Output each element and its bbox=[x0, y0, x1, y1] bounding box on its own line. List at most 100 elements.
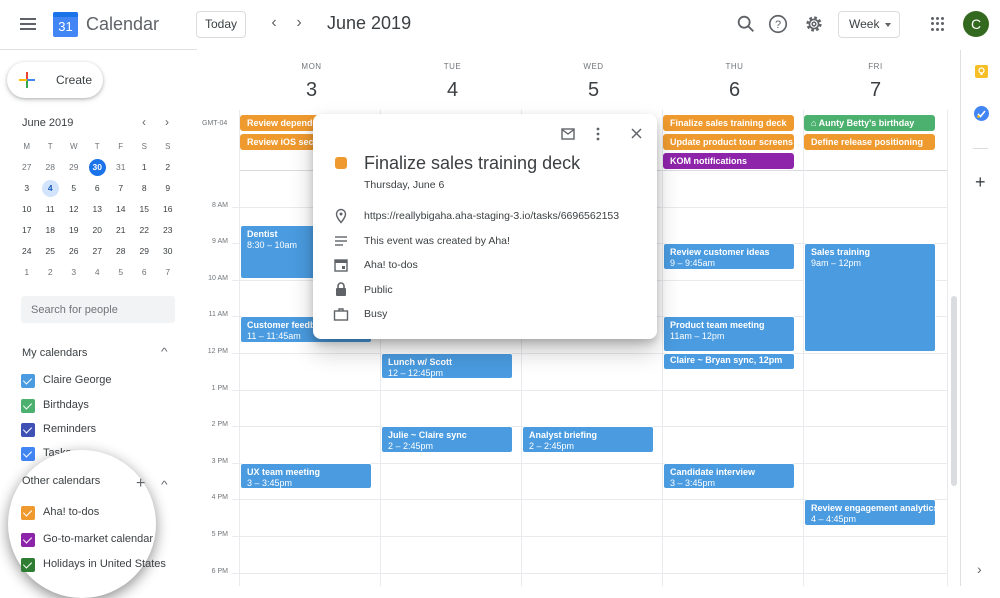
day-number[interactable]: 4 bbox=[382, 79, 523, 102]
mini-day[interactable]: 12 bbox=[62, 199, 86, 220]
mini-day[interactable]: 31 bbox=[109, 157, 133, 178]
mini-day[interactable]: 28 bbox=[109, 241, 133, 262]
calendar-event[interactable]: Analyst briefing 2 – 2:45pm bbox=[522, 426, 654, 453]
mini-day[interactable]: 23 bbox=[156, 220, 180, 241]
mini-day[interactable]: 20 bbox=[86, 220, 110, 241]
day-header[interactable]: FRI 7 bbox=[805, 62, 946, 102]
day-number[interactable]: 6 bbox=[664, 79, 805, 102]
day-header[interactable]: THU 6 bbox=[664, 62, 805, 102]
expand-side-panel-icon[interactable]: › bbox=[977, 561, 982, 577]
mini-day[interactable]: 3 bbox=[62, 262, 86, 283]
mini-day[interactable]: 26 bbox=[62, 241, 86, 262]
calendar-event[interactable]: Claire ~ Bryan sync, 12pm bbox=[663, 353, 795, 371]
mini-day[interactable]: 2 bbox=[39, 262, 63, 283]
mini-day[interactable]: 6 bbox=[133, 262, 157, 283]
mini-day[interactable]: 21 bbox=[109, 220, 133, 241]
create-button[interactable]: Create bbox=[7, 62, 103, 98]
settings-icon[interactable] bbox=[803, 13, 825, 35]
mini-day[interactable]: 30 bbox=[86, 157, 110, 178]
mini-day[interactable]: 6 bbox=[86, 178, 110, 199]
calendar-event[interactable]: UX team meeting 3 – 3:45pm bbox=[240, 462, 372, 490]
mini-day[interactable]: 9 bbox=[156, 178, 180, 199]
keep-icon[interactable] bbox=[975, 65, 988, 78]
calendar-event[interactable]: Lunch w/ Scott 12 – 12:45pm bbox=[381, 353, 513, 380]
mini-day[interactable]: 7 bbox=[156, 262, 180, 283]
calendar-event[interactable]: Review engagement analytics 4 – 4:45pm bbox=[804, 499, 936, 526]
menu-icon[interactable] bbox=[20, 18, 36, 30]
mini-day[interactable]: 2 bbox=[156, 157, 180, 178]
my-calendars-collapse-icon[interactable]: ^ bbox=[161, 347, 168, 358]
mini-day[interactable]: 5 bbox=[62, 178, 86, 199]
mini-day[interactable]: 4 bbox=[39, 178, 63, 199]
view-selector[interactable]: Week bbox=[838, 11, 900, 38]
all-day-event[interactable]: Finalize sales training deck bbox=[663, 115, 794, 131]
day-number[interactable]: 3 bbox=[241, 79, 382, 102]
today-button[interactable]: Today bbox=[196, 11, 246, 38]
more-options-icon[interactable] bbox=[595, 127, 601, 141]
search-icon[interactable] bbox=[735, 13, 757, 35]
day-number[interactable]: 5 bbox=[523, 79, 664, 102]
mini-day[interactable]: 17 bbox=[15, 220, 39, 241]
day-header[interactable]: WED 5 bbox=[523, 62, 664, 102]
checkbox-checked-icon[interactable] bbox=[21, 447, 35, 461]
search-people-input[interactable] bbox=[21, 296, 175, 323]
add-calendar-icon[interactable]: + bbox=[136, 475, 145, 493]
checkbox-checked-icon[interactable] bbox=[21, 374, 35, 388]
mini-day[interactable]: 19 bbox=[62, 220, 86, 241]
mini-day[interactable]: 8 bbox=[133, 178, 157, 199]
calendar-event[interactable]: Candidate interview 3 – 3:45pm bbox=[663, 462, 795, 490]
apps-icon[interactable] bbox=[931, 17, 945, 31]
calendar-event[interactable]: Julie ~ Claire sync 2 – 2:45pm bbox=[381, 426, 513, 453]
mini-day[interactable]: 15 bbox=[133, 199, 157, 220]
mini-day[interactable]: 29 bbox=[133, 241, 157, 262]
calendar-event[interactable]: Sales training 9am – 12pm bbox=[804, 243, 936, 352]
mini-day[interactable]: 28 bbox=[39, 157, 63, 178]
prev-week-button[interactable]: ‹ bbox=[267, 14, 281, 32]
grid-scrollbar[interactable] bbox=[951, 296, 957, 486]
day-header[interactable]: TUE 4 bbox=[382, 62, 523, 102]
checkbox-checked-icon[interactable] bbox=[21, 558, 35, 572]
all-day-event[interactable]: Update product tour screens bbox=[663, 134, 794, 150]
calendar-event[interactable]: Review customer ideas 9 – 9:45am bbox=[663, 243, 795, 270]
help-icon[interactable]: ? bbox=[767, 13, 789, 35]
all-day-event[interactable]: ⌂ Aunty Betty's birthday bbox=[804, 115, 935, 131]
mini-day[interactable]: 1 bbox=[15, 262, 39, 283]
mini-day[interactable]: 1 bbox=[133, 157, 157, 178]
mini-day[interactable]: 27 bbox=[86, 241, 110, 262]
checkbox-checked-icon[interactable] bbox=[21, 423, 35, 437]
other-calendars-collapse-icon[interactable]: ^ bbox=[161, 480, 168, 491]
mini-day[interactable]: 4 bbox=[86, 262, 110, 283]
mini-day[interactable]: 29 bbox=[62, 157, 86, 178]
mini-day[interactable]: 24 bbox=[15, 241, 39, 262]
next-week-button[interactable]: › bbox=[292, 14, 306, 32]
email-guests-icon[interactable] bbox=[561, 128, 575, 140]
mini-day[interactable]: 10 bbox=[15, 199, 39, 220]
account-avatar[interactable]: C bbox=[963, 11, 989, 37]
mini-day[interactable]: 14 bbox=[109, 199, 133, 220]
checkbox-checked-icon[interactable] bbox=[21, 506, 35, 520]
event-location-link[interactable]: https://reallybigaha.aha-staging-3.io/ta… bbox=[364, 210, 644, 222]
checkbox-checked-icon[interactable] bbox=[21, 533, 35, 547]
checkbox-checked-icon[interactable] bbox=[21, 399, 35, 413]
all-day-event[interactable]: KOM notifications bbox=[663, 153, 794, 169]
mini-prev-month-button[interactable]: ‹ bbox=[142, 115, 146, 129]
mini-day[interactable]: 18 bbox=[39, 220, 63, 241]
mini-day[interactable]: 11 bbox=[39, 199, 63, 220]
mini-day[interactable]: 30 bbox=[156, 241, 180, 262]
all-day-event[interactable]: Define release positioning bbox=[804, 134, 935, 150]
tasks-icon[interactable] bbox=[974, 106, 989, 121]
mini-day[interactable]: 25 bbox=[39, 241, 63, 262]
mini-day[interactable]: 5 bbox=[109, 262, 133, 283]
calendar-event[interactable]: Product team meeting 11am – 12pm bbox=[663, 316, 795, 352]
day-header[interactable]: MON 3 bbox=[241, 62, 382, 102]
mini-day[interactable]: 13 bbox=[86, 199, 110, 220]
mini-day[interactable]: 3 bbox=[15, 178, 39, 199]
day-number[interactable]: 7 bbox=[805, 79, 946, 102]
close-icon[interactable] bbox=[631, 128, 642, 139]
mini-day[interactable]: 7 bbox=[109, 178, 133, 199]
mini-next-month-button[interactable]: › bbox=[165, 115, 169, 129]
mini-day[interactable]: 27 bbox=[15, 157, 39, 178]
add-addon-icon[interactable]: + bbox=[975, 172, 986, 193]
mini-day[interactable]: 22 bbox=[133, 220, 157, 241]
mini-day[interactable]: 16 bbox=[156, 199, 180, 220]
